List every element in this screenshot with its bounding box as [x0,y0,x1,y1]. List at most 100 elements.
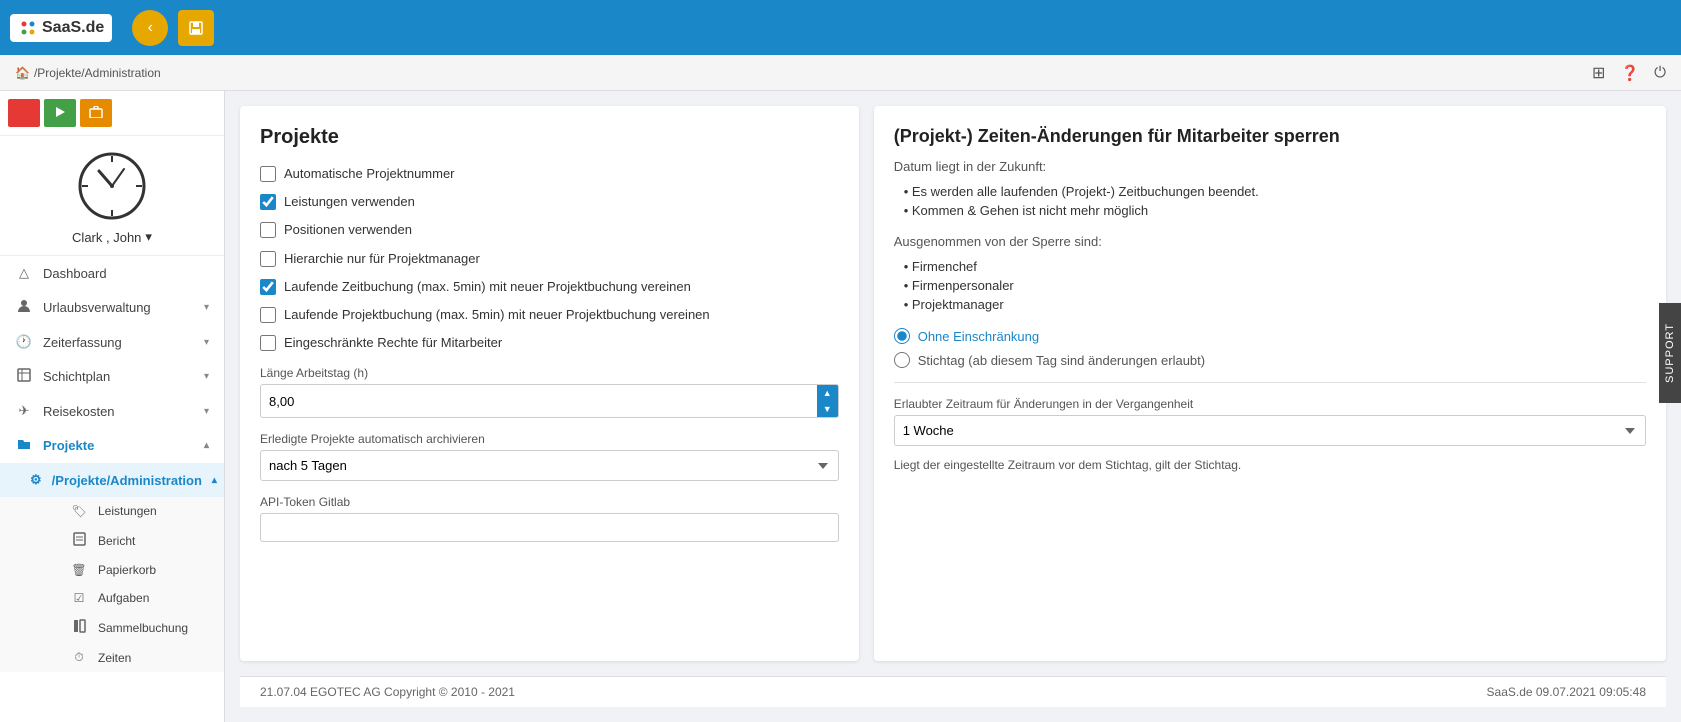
sidebar-nav: △ Dashboard Urlaubsverwaltung ▾ 🕐 Zeiter… [0,256,224,722]
zeitraum-select[interactable]: 1 Woche 2 Wochen 1 Monat unbegrenzt [894,415,1646,446]
archivieren-select[interactable]: nach 5 Tagen nach 10 Tagen nach 30 Tagen… [260,450,839,481]
logo-text: SaaS.de [42,19,104,37]
laufende-zeitbuchung-label[interactable]: Laufende Zeitbuchung (max. 5min) mit neu… [284,278,691,296]
sidebar-item-schichtplan[interactable]: Schichtplan ▾ [0,359,224,394]
support-tab[interactable]: SUPPORT [1659,303,1681,403]
projekte-icon [15,437,33,454]
papierkorb-icon: 🗑 [70,563,88,577]
sperren-card: (Projekt-) Zeiten-Änderungen für Mitarbe… [874,106,1666,661]
reisekosten-icon: ✈ [15,403,33,419]
bericht-icon [70,532,88,549]
back-button[interactable]: ‹ [132,10,168,46]
breadcrumb-path: /Projekte/Administration [34,66,161,80]
auto-projektnummer-label[interactable]: Automatische Projektnummer [284,165,455,183]
play-icon [53,105,67,119]
sidebar: Clark , John ▾ △ Dashboard Urlaubsverwal… [0,91,225,722]
briefcase-button[interactable] [80,99,112,127]
projekte-settings-card: Projekte Automatische Projektnummer Leis… [240,106,859,661]
ausgenommen-bullet-2: Firmenpersonaler [904,276,1646,295]
sidebar-item-label: Zeiterfassung [43,335,122,350]
arbeitstag-down-button[interactable]: ▼ [817,401,838,417]
zeitraum-group: Erlaubter Zeitraum für Änderungen in der… [894,397,1646,446]
datum-bullet-1: Es werden alle laufenden (Projekt-) Zeit… [904,182,1646,201]
sidebar-item-sammelbuchung[interactable]: Sammelbuchung [30,612,224,643]
laufende-zeitbuchung-checkbox[interactable] [260,279,276,295]
sidebar-item-label: Leistungen [98,504,157,518]
play-button[interactable] [44,99,76,127]
breadcrumb: 🏠 /Projekte/Administration [15,66,161,80]
datum-bullet-2: Kommen & Gehen ist nicht mehr möglich [904,201,1646,220]
hierarchie-checkbox[interactable] [260,251,276,267]
eingeschraenkte-label[interactable]: Eingeschränkte Rechte für Mitarbeiter [284,334,502,352]
laufende-projektbuchung-label[interactable]: Laufende Projektbuchung (max. 5min) mit … [284,306,710,324]
checkbox-laufende-zeit: Laufende Zeitbuchung (max. 5min) mit neu… [260,278,839,296]
arbeitstag-input-wrapper: ▲ ▼ [260,384,839,418]
sidebar-item-label: Projekte [43,438,94,453]
radio-stichtag: Stichtag (ab diesem Tag sind änderungen … [894,352,1646,368]
sidebar-item-label: Urlaubsverwaltung [43,300,151,315]
chevron-up-icon: ▴ [212,475,217,486]
power-icon[interactable]: ⏻ [1654,64,1666,81]
admin-subnav: 🏷 Leistungen Bericht 🗑 Papierkorb ☑ Aufg… [0,497,224,672]
ohne-einschraenkung-radio[interactable] [894,328,910,344]
datum-heading: Datum liegt in der Zukunft: [894,159,1646,174]
footer: 21.07.04 EGOTEC AG Copyright © 2010 - 20… [240,676,1666,707]
laufende-projektbuchung-checkbox[interactable] [260,307,276,323]
checkbox-laufende-projekt: Laufende Projektbuchung (max. 5min) mit … [260,306,839,324]
ausgenommen-bullet-3: Projektmanager [904,295,1646,314]
sidebar-item-zeiterfassung[interactable]: 🕐 Zeiterfassung ▾ [0,325,224,359]
arbeitstag-input[interactable] [261,387,817,416]
positionen-label[interactable]: Positionen verwenden [284,221,412,239]
api-token-input[interactable] [260,513,839,542]
leistungen-label[interactable]: Leistungen verwenden [284,193,415,211]
breadcrumb-home-icon: 🏠 [15,66,30,80]
radio-ohne-einschraenkung: Ohne Einschränkung [894,328,1646,344]
secondary-bar-icons: ⊞ ❓ ⏻ [1592,63,1666,83]
ohne-einschraenkung-label[interactable]: Ohne Einschränkung [918,329,1039,344]
sidebar-item-label: Dashboard [43,266,107,281]
leistungen-icon: 🏷 [70,504,88,518]
stichtag-radio[interactable] [894,352,910,368]
sidebar-item-label: Sammelbuchung [98,621,188,635]
sammelbuchung-icon [70,619,88,636]
sidebar-item-papierkorb[interactable]: 🗑 Papierkorb [30,556,224,584]
footer-note: Liegt der eingestellte Zeitraum vor dem … [894,458,1646,472]
action-buttons [0,91,224,136]
dashboard-icon: △ [15,265,33,281]
checkbox-positionen: Positionen verwenden [260,221,839,239]
archivieren-label: Erledigte Projekte automatisch archivier… [260,432,839,446]
zeiten-icon: ⏱ [70,650,88,665]
api-token-label: API-Token Gitlab [260,495,839,509]
sidebar-item-bericht[interactable]: Bericht [30,525,224,556]
eingeschraenkte-checkbox[interactable] [260,335,276,351]
sidebar-item-label: /Projekte/Administration [52,473,202,488]
sidebar-item-urlaubsverwaltung[interactable]: Urlaubsverwaltung ▾ [0,290,224,325]
ausgenommen-heading: Ausgenommen von der Sperre sind: [894,234,1646,249]
sidebar-item-zeiten[interactable]: ⏱ Zeiten [30,643,224,672]
content-row: Projekte Automatische Projektnummer Leis… [240,106,1666,661]
stichtag-label[interactable]: Stichtag (ab diesem Tag sind änderungen … [918,353,1205,368]
sidebar-item-aufgaben[interactable]: ☑ Aufgaben [30,584,224,612]
sidebar-item-projekte[interactable]: Projekte ▴ [0,428,224,463]
chevron-right-icon: ▾ [204,371,209,382]
api-token-group: API-Token Gitlab [260,495,839,542]
sperren-title: (Projekt-) Zeiten-Änderungen für Mitarbe… [894,126,1646,147]
sidebar-item-label: Aufgaben [98,591,149,605]
help-icon[interactable]: ❓ [1620,64,1639,82]
sidebar-item-administration[interactable]: ⚙ /Projekte/Administration ▴ [0,463,224,497]
sidebar-item-leistungen[interactable]: 🏷 Leistungen [30,497,224,525]
leistungen-checkbox[interactable] [260,194,276,210]
auto-projektnummer-checkbox[interactable] [260,166,276,182]
sidebar-item-reisekosten[interactable]: ✈ Reisekosten ▾ [0,394,224,428]
checkbox-leistungen: Leistungen verwenden [260,193,839,211]
ausgenommen-bullets: Firmenchef Firmenpersonaler Projektmanag… [894,257,1646,314]
stop-button[interactable] [8,99,40,127]
user-name[interactable]: Clark , John ▾ [72,229,152,245]
sidebar-item-dashboard[interactable]: △ Dashboard [0,256,224,290]
hierarchie-label[interactable]: Hierarchie nur für Projektmanager [284,250,480,268]
arbeitstag-up-button[interactable]: ▲ [817,385,838,401]
folder-icon [17,437,31,451]
positionen-checkbox[interactable] [260,222,276,238]
save-button[interactable] [178,10,214,46]
grid-icon[interactable]: ⊞ [1592,63,1605,83]
